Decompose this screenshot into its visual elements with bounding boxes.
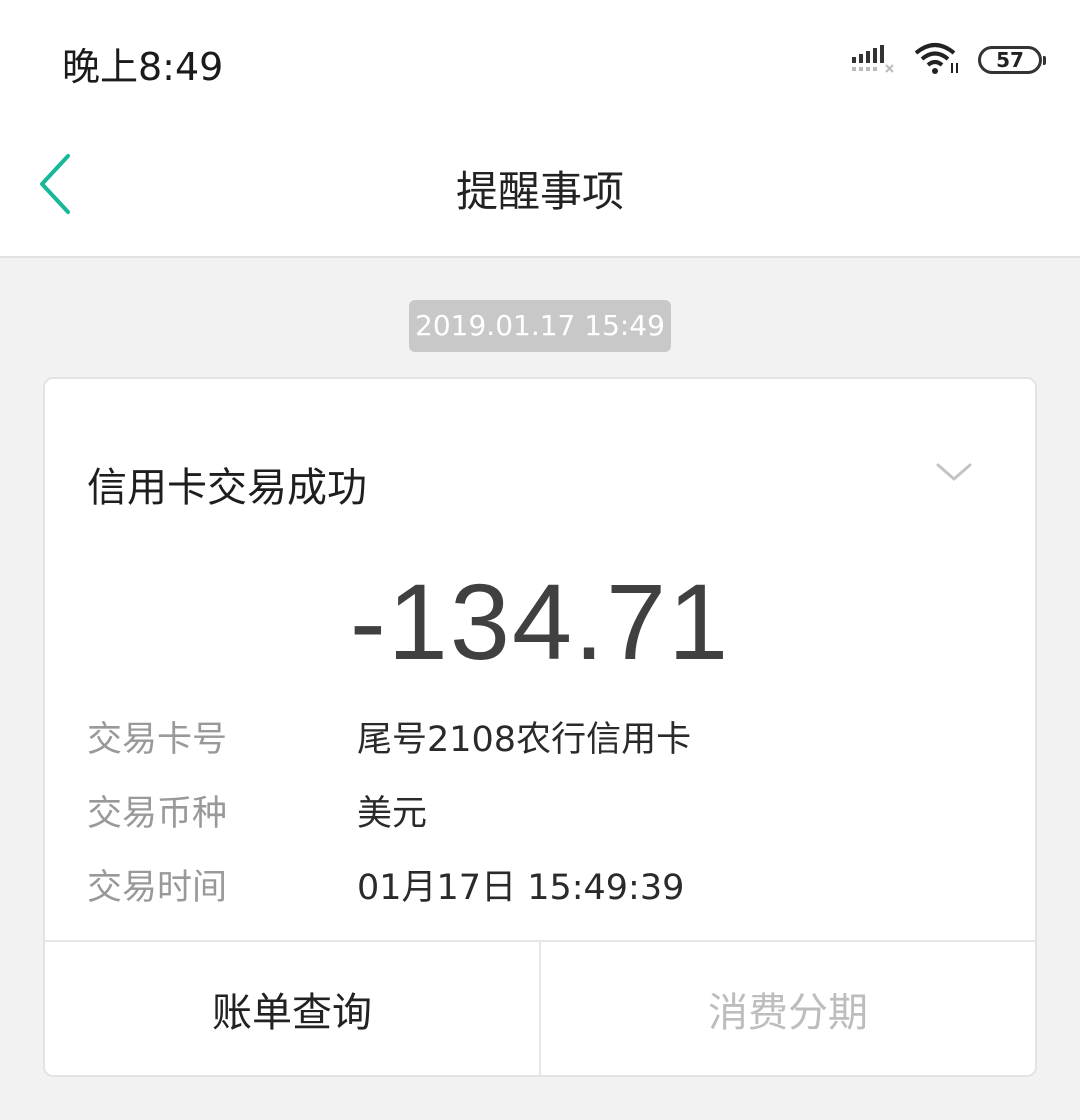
expand-button[interactable] — [935, 461, 973, 483]
nav-bar: 提醒事项 — [0, 120, 1080, 258]
notification-card: 信用卡交易成功 -134.71 交易卡号 尾号2108农行信用卡 交易币种 美元… — [43, 377, 1037, 1077]
bill-query-button[interactable]: 账单查询 — [45, 942, 541, 1075]
installment-button[interactable]: 消费分期 — [541, 942, 1035, 1075]
signal-icon — [852, 43, 896, 77]
message-timestamp: 2019.01.17 15:49 — [409, 300, 671, 352]
status-time: 晚上8:49 — [62, 45, 224, 89]
card-title: 信用卡交易成功 — [87, 465, 367, 511]
detail-value: 01月17日 15:49:39 — [357, 868, 685, 908]
detail-label: 交易时间 — [87, 868, 228, 908]
chevron-down-icon — [935, 463, 973, 487]
status-icons: 57 — [852, 40, 1046, 80]
card-actions: 账单查询 消费分期 — [45, 940, 1035, 1075]
page-title: 提醒事项 — [455, 167, 624, 216]
wifi-icon — [914, 41, 960, 79]
detail-value: 美元 — [357, 794, 428, 834]
detail-label: 交易卡号 — [87, 720, 228, 760]
status-bar: 晚上8:49 57 — [0, 0, 1080, 120]
battery-icon: 57 — [978, 46, 1046, 74]
detail-label: 交易币种 — [87, 794, 228, 834]
transaction-amount: -134.71 — [349, 561, 731, 682]
detail-value: 尾号2108农行信用卡 — [357, 720, 692, 760]
